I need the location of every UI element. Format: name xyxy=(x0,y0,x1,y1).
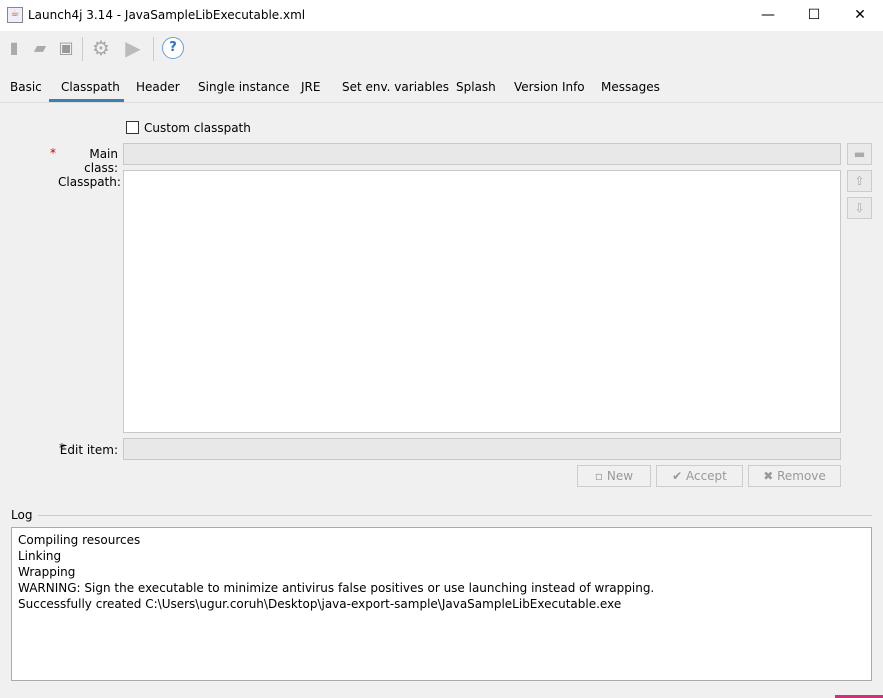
tab-header[interactable]: Header xyxy=(136,80,180,94)
log-line: Successfully created C:\Users\ugur.coruh… xyxy=(18,597,622,611)
settings-gear-icon[interactable]: ⚙ xyxy=(90,37,112,59)
browse-folder-icon[interactable]: ▬ xyxy=(847,143,872,165)
move-down-icon[interactable]: ⇩ xyxy=(847,197,872,219)
run-icon[interactable]: ▶ xyxy=(122,37,144,59)
help-icon[interactable]: ? xyxy=(162,37,184,59)
tab-basic[interactable]: Basic xyxy=(10,80,42,94)
remove-button[interactable]: ✖ Remove xyxy=(748,465,841,487)
classpath-list[interactable] xyxy=(123,170,841,433)
accept-button-label: Accept xyxy=(685,469,727,483)
tab-version-info[interactable]: Version Info xyxy=(514,80,585,94)
remove-x-icon: ✖ xyxy=(763,469,778,483)
tab-messages[interactable]: Messages xyxy=(601,80,660,94)
main-class-input[interactable] xyxy=(123,143,841,165)
tab-single-instance[interactable]: Single instance xyxy=(198,80,290,94)
minimize-button[interactable]: — xyxy=(745,0,791,31)
title-bar: ☕ Launch4j 3.14 - JavaSampleLibExecutabl… xyxy=(0,0,883,31)
log-line: Compiling resources xyxy=(18,533,141,547)
new-button-label: New xyxy=(606,469,634,483)
main-class-label: Main class: xyxy=(84,147,118,175)
close-button[interactable]: ✕ xyxy=(837,0,883,31)
log-divider xyxy=(38,515,872,516)
new-item-icon: ▫ xyxy=(594,469,607,483)
custom-classpath-checkbox[interactable] xyxy=(126,121,139,134)
tab-splash[interactable]: Splash xyxy=(456,80,496,94)
open-folder-icon[interactable]: ▰ xyxy=(29,37,51,59)
log-output[interactable]: Compiling resources Linking Wrapping WAR… xyxy=(11,527,872,681)
tab-set-env-variables[interactable]: Set env. variables xyxy=(342,80,449,94)
toolbar-separator xyxy=(82,37,83,61)
tab-divider xyxy=(0,102,883,103)
custom-classpath-label: Custom classpath xyxy=(144,121,251,135)
log-line: Wrapping xyxy=(18,565,76,579)
toolbar-separator xyxy=(153,37,154,61)
log-line: Linking xyxy=(18,549,62,563)
tab-classpath[interactable]: Classpath xyxy=(61,80,120,94)
required-marker: * xyxy=(50,146,56,160)
move-up-icon[interactable]: ⇧ xyxy=(847,170,872,192)
log-label: Log xyxy=(11,508,33,522)
edit-item-input[interactable] xyxy=(123,438,841,460)
maximize-button[interactable]: ☐ xyxy=(791,0,837,31)
edit-item-label: Edit item: xyxy=(59,443,118,457)
save-icon[interactable]: ▣ xyxy=(55,37,77,59)
classpath-label: Classpath: xyxy=(58,175,121,189)
checkmark-icon: ✔ xyxy=(672,469,686,483)
new-button[interactable]: ▫ New xyxy=(577,465,651,487)
java-app-icon: ☕ xyxy=(7,7,23,23)
accept-button[interactable]: ✔ Accept xyxy=(656,465,743,487)
log-line: WARNING: Sign the executable to minimize… xyxy=(18,581,655,595)
window-title: Launch4j 3.14 - JavaSampleLibExecutable.… xyxy=(28,8,306,22)
new-file-icon[interactable]: ▮ xyxy=(3,37,25,59)
remove-button-label: Remove xyxy=(777,469,826,483)
tab-jre[interactable]: JRE xyxy=(301,80,320,94)
